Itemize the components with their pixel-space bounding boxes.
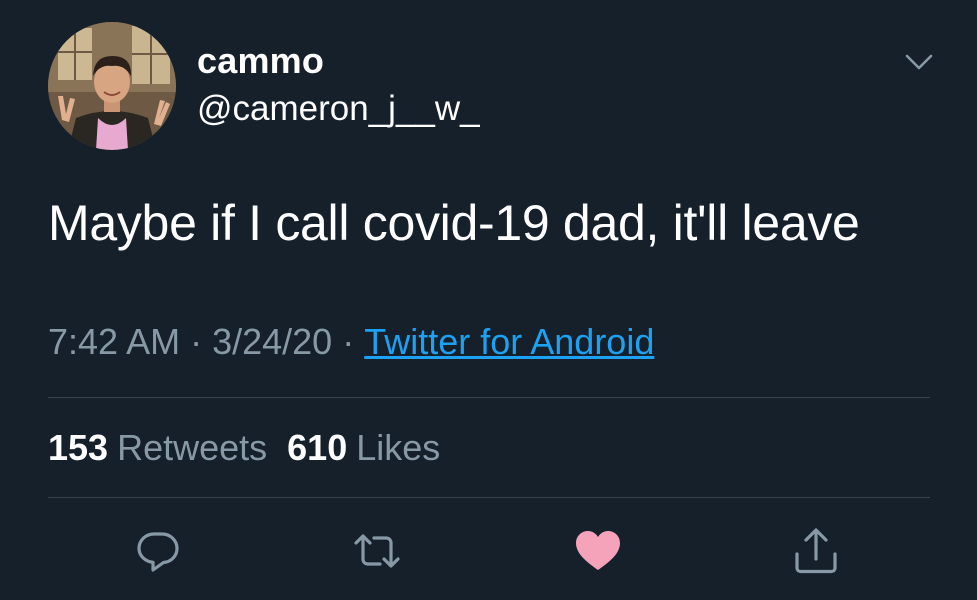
tweet-date: 3/24/20 — [212, 321, 333, 362]
reply-button[interactable] — [133, 526, 183, 576]
meta-separator: · — [190, 321, 203, 362]
retweets-label: Retweets — [117, 427, 268, 468]
heart-icon — [576, 531, 620, 570]
avatar[interactable] — [48, 22, 176, 150]
display-name[interactable]: cammo — [197, 40, 324, 82]
share-icon — [795, 528, 837, 574]
retweet-button[interactable] — [352, 526, 402, 576]
meta-separator: · — [342, 321, 355, 362]
user-handle[interactable]: @cameron_j__w_ — [197, 89, 480, 129]
tweet-time: 7:42 AM — [48, 321, 181, 362]
tweet-source-link[interactable]: Twitter for Android — [364, 321, 654, 362]
tweet-card: cammo @cameron_j__w_ Maybe if I call cov… — [0, 0, 977, 600]
divider — [48, 497, 930, 498]
avatar-photo — [48, 22, 176, 150]
share-button[interactable] — [791, 526, 841, 576]
reply-icon — [137, 532, 179, 572]
chevron-down-icon[interactable] — [903, 50, 935, 74]
retweets-stat[interactable]: 153 Retweets — [48, 427, 267, 469]
likes-stat[interactable]: 610 Likes — [287, 427, 440, 469]
tweet-metadata: 7:42 AM · 3/24/20 · Twitter for Android — [48, 321, 654, 363]
likes-label: Likes — [356, 427, 441, 468]
divider — [48, 397, 930, 398]
like-button[interactable] — [573, 526, 623, 576]
tweet-stats: 153 Retweets 610 Likes — [48, 427, 460, 469]
retweet-icon — [354, 534, 400, 568]
retweets-count: 153 — [48, 427, 109, 468]
likes-count: 610 — [287, 427, 348, 468]
tweet-text: Maybe if I call covid-19 dad, it'll leav… — [48, 195, 860, 251]
